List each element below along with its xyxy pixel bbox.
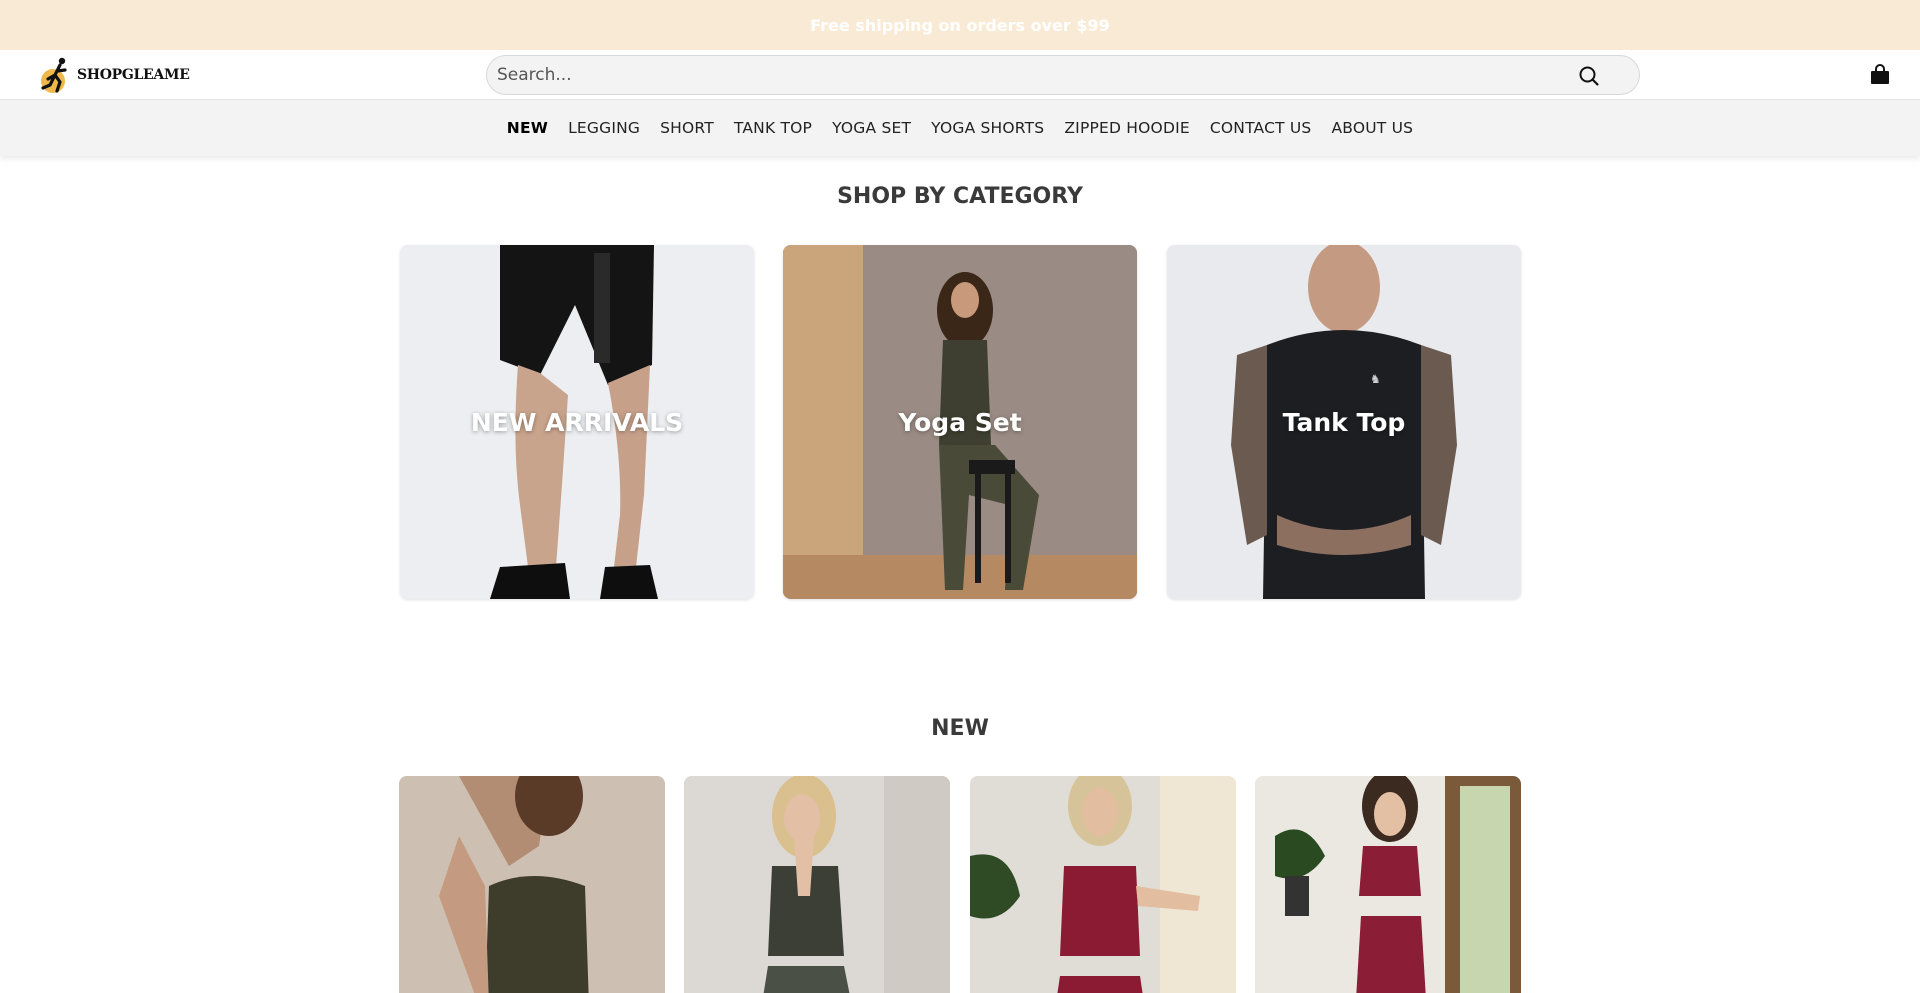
nav-item-new[interactable]: NEW xyxy=(507,119,548,137)
announcement-text: Free shipping on orders over $99 xyxy=(810,15,1110,35)
nav-item-tank-top[interactable]: TANK TOP xyxy=(734,119,812,137)
site-header: SHOPGLEAME xyxy=(0,50,1920,100)
product-image xyxy=(970,776,1236,993)
product-card[interactable] xyxy=(970,776,1236,993)
category-label: Yoga Set xyxy=(898,407,1022,437)
category-card-tank-top[interactable]: ♞ Tank Top xyxy=(1167,245,1521,599)
nav-item-about-us[interactable]: ABOUT US xyxy=(1331,119,1413,137)
nav-item-yoga-set[interactable]: YOGA SET xyxy=(832,119,911,137)
product-image xyxy=(684,776,950,993)
category-label: NEW ARRIVALS xyxy=(470,407,684,437)
main-nav: NEW LEGGING SHORT TANK TOP YOGA SET YOGA… xyxy=(0,100,1920,156)
announcement-bar: Free shipping on orders over $99 xyxy=(0,0,1920,50)
category-section-title: SHOP BY CATEGORY xyxy=(837,184,1083,209)
search-icon[interactable] xyxy=(1577,64,1601,88)
category-card-yoga-set[interactable]: Yoga Set xyxy=(783,245,1137,599)
nav-item-contact-us[interactable]: CONTACT US xyxy=(1210,119,1312,137)
product-card[interactable] xyxy=(684,776,950,993)
product-card[interactable] xyxy=(1255,776,1521,993)
category-card-new-arrivals[interactable]: NEW ARRIVALS xyxy=(400,245,754,599)
nav-item-zipped-hoodie[interactable]: ZIPPED HOODIE xyxy=(1064,119,1190,137)
nav-item-short[interactable]: SHORT xyxy=(660,119,714,137)
brand-logo[interactable]: SHOPGLEAME xyxy=(38,55,190,95)
category-label: Tank Top xyxy=(1282,407,1406,437)
search-input[interactable] xyxy=(497,56,1557,94)
runner-logo-icon xyxy=(38,55,76,95)
shopping-bag-icon[interactable] xyxy=(1868,63,1892,87)
nav-item-legging[interactable]: LEGGING xyxy=(568,119,640,137)
nav-item-yoga-shorts[interactable]: YOGA SHORTS xyxy=(931,119,1044,137)
product-image xyxy=(1255,776,1521,993)
product-card[interactable] xyxy=(399,776,665,993)
brand-name: SHOPGLEAME xyxy=(77,67,190,83)
search-bar xyxy=(486,55,1640,95)
product-image xyxy=(399,776,665,993)
new-section-title: NEW xyxy=(931,716,989,741)
